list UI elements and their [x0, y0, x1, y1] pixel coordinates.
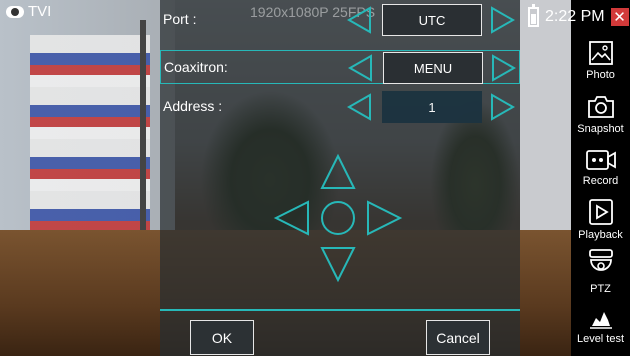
coaxitron-label: Coaxitron:: [164, 59, 228, 75]
photo-icon: [588, 41, 613, 65]
channel-indicator: TVI: [6, 3, 51, 20]
pad-up-arrow-icon[interactable]: [320, 153, 356, 189]
port-label: Port :: [163, 11, 197, 27]
coaxitron-next-arrow-icon[interactable]: [491, 54, 517, 82]
ok-button[interactable]: OK: [190, 320, 254, 355]
setting-row-coaxitron[interactable]: Coaxitron: MENU: [160, 50, 520, 84]
tool-playback-label: Playback: [578, 229, 623, 241]
tool-snapshot[interactable]: Snapshot: [571, 94, 630, 135]
address-label: Address :: [163, 98, 223, 114]
address-next-arrow-icon[interactable]: [490, 93, 516, 121]
port-value[interactable]: UTC: [382, 4, 482, 36]
tool-level-test[interactable]: Level test: [571, 308, 630, 345]
port-next-arrow-icon[interactable]: [490, 6, 516, 34]
tvi-camera-icon: [6, 5, 24, 18]
tool-ptz[interactable]: PTZ: [571, 248, 630, 295]
cancel-button[interactable]: Cancel: [426, 320, 490, 355]
tool-photo-label: Photo: [586, 69, 615, 81]
pad-left-arrow-icon[interactable]: [273, 200, 309, 236]
wall-right: [520, 0, 571, 240]
clock-time: 2:22 PM: [545, 8, 605, 25]
tool-snapshot-label: Snapshot: [577, 123, 624, 135]
dialog-divider: [160, 309, 520, 311]
magazine-rack: [30, 35, 150, 240]
tool-playback[interactable]: Playback: [571, 198, 630, 241]
coaxitron-prev-arrow-icon[interactable]: [347, 54, 373, 82]
close-button[interactable]: ✕: [610, 8, 629, 26]
ptz-icon: [588, 249, 613, 271]
rack-post: [140, 20, 146, 250]
port-prev-arrow-icon[interactable]: [346, 6, 372, 34]
record-icon: [585, 150, 616, 170]
pad-right-arrow-icon[interactable]: [367, 200, 403, 236]
playback-icon: [588, 199, 613, 225]
address-prev-arrow-icon[interactable]: [346, 93, 372, 121]
channel-label: TVI: [28, 3, 52, 20]
address-value[interactable]: 1: [382, 91, 482, 123]
tool-ptz-label: PTZ: [590, 283, 611, 295]
direction-pad: [273, 153, 403, 283]
setting-row-address: Address : 1: [160, 90, 520, 124]
tool-record-label: Record: [582, 175, 619, 187]
pad-center-button-icon[interactable]: [321, 201, 355, 235]
battery-icon: [528, 4, 539, 27]
tool-photo[interactable]: Photo: [571, 40, 630, 81]
tool-level-test-label: Level test: [576, 333, 625, 345]
coaxitron-value[interactable]: MENU: [383, 52, 483, 84]
camera-icon: [587, 96, 614, 118]
tool-record[interactable]: Record: [571, 148, 630, 187]
level-test-icon: [589, 312, 612, 329]
pad-down-arrow-icon[interactable]: [320, 247, 356, 283]
setting-row-port: Port : UTC: [160, 3, 520, 37]
status-bar: 2:22 PM ✕: [524, 0, 630, 34]
